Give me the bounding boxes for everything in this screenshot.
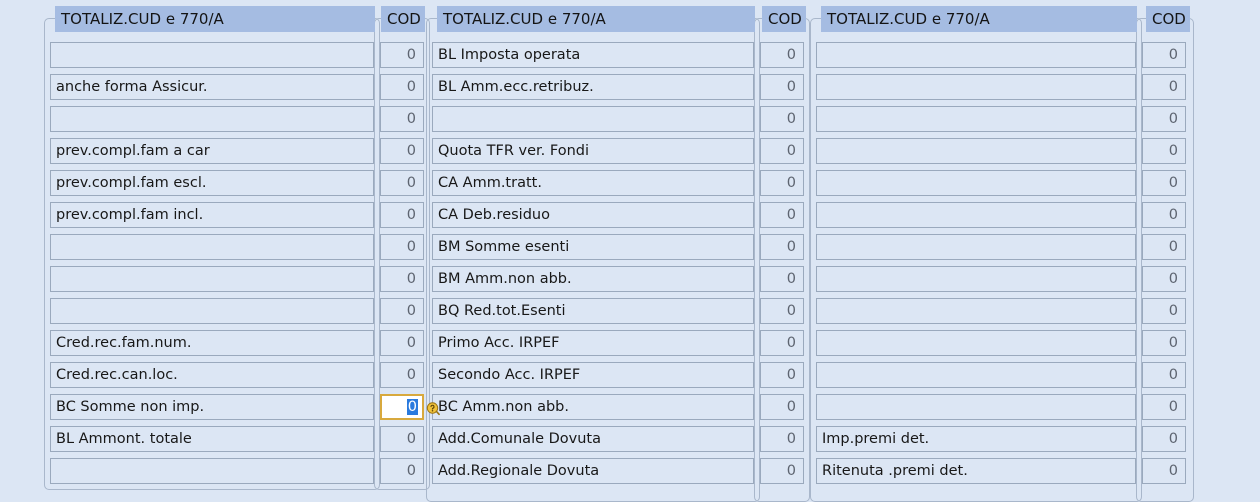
label-field-2-7[interactable]: BM Somme esenti bbox=[432, 234, 754, 260]
code-field-3-8[interactable]: 0 bbox=[1142, 266, 1186, 292]
label-field-1-11[interactable]: Cred.rec.can.loc. bbox=[50, 362, 374, 388]
label-field-3-7[interactable] bbox=[816, 234, 1136, 260]
label-field-3-11[interactable] bbox=[816, 362, 1136, 388]
label-field-3-8[interactable] bbox=[816, 266, 1136, 292]
code-field-3-5[interactable]: 0 bbox=[1142, 170, 1186, 196]
label-field-2-2[interactable]: BL Amm.ecc.retribuz. bbox=[432, 74, 754, 100]
label-field-3-12[interactable] bbox=[816, 394, 1136, 420]
label-field-3-10[interactable] bbox=[816, 330, 1136, 356]
code-field-3-12[interactable]: 0 bbox=[1142, 394, 1186, 420]
code-field-1-4[interactable]: 0 bbox=[380, 138, 424, 164]
code-field-3-4[interactable]: 0 bbox=[1142, 138, 1186, 164]
panel-code-column-1: 0 0 0 0 0 0 0 0 0 0 0 0 0 0 bbox=[380, 42, 424, 490]
label-field-1-12[interactable]: BC Somme non imp. bbox=[50, 394, 374, 420]
code-field-1-10[interactable]: 0 bbox=[380, 330, 424, 356]
label-field-2-1[interactable]: BL Imposta operata bbox=[432, 42, 754, 68]
label-field-1-3[interactable] bbox=[50, 106, 374, 132]
label-field-1-8[interactable] bbox=[50, 266, 374, 292]
label-field-3-1[interactable] bbox=[816, 42, 1136, 68]
code-field-2-5[interactable]: 0 bbox=[760, 170, 804, 196]
label-field-1-10[interactable]: Cred.rec.fam.num. bbox=[50, 330, 374, 356]
code-field-1-14[interactable]: 0 bbox=[380, 458, 424, 484]
panel-label-column-1: anche forma Assicur. prev.compl.fam a car… bbox=[50, 42, 374, 490]
code-field-1-11[interactable]: 0 bbox=[380, 362, 424, 388]
code-field-1-9[interactable]: 0 bbox=[380, 298, 424, 324]
code-field-2-9[interactable]: 0 bbox=[760, 298, 804, 324]
code-field-2-6[interactable]: 0 bbox=[760, 202, 804, 228]
code-field-1-13[interactable]: 0 bbox=[380, 426, 424, 452]
code-field-3-2[interactable]: 0 bbox=[1142, 74, 1186, 100]
label-field-1-1[interactable] bbox=[50, 42, 374, 68]
label-field-3-6[interactable] bbox=[816, 202, 1136, 228]
code-field-selected-text: 0 bbox=[406, 399, 418, 415]
label-field-1-9[interactable] bbox=[50, 298, 374, 324]
code-field-2-2[interactable]: 0 bbox=[760, 74, 804, 100]
code-field-3-3[interactable]: 0 bbox=[1142, 106, 1186, 132]
label-field-1-14[interactable] bbox=[50, 458, 374, 484]
code-field-3-13[interactable]: 0 bbox=[1142, 426, 1186, 452]
label-field-2-6[interactable]: CA Deb.residuo bbox=[432, 202, 754, 228]
label-field-3-4[interactable] bbox=[816, 138, 1136, 164]
code-field-2-11[interactable]: 0 bbox=[760, 362, 804, 388]
label-field-1-4[interactable]: prev.compl.fam a car bbox=[50, 138, 374, 164]
code-field-3-7[interactable]: 0 bbox=[1142, 234, 1186, 260]
panel-title-3: TOTALIZ.CUD e 770/A bbox=[821, 6, 1137, 32]
label-field-2-5[interactable]: CA Amm.tratt. bbox=[432, 170, 754, 196]
label-field-1-6[interactable]: prev.compl.fam incl. bbox=[50, 202, 374, 228]
panel-label-column-2: BL Imposta operata BL Amm.ecc.retribuz. Qu… bbox=[432, 42, 754, 490]
code-field-3-10[interactable]: 0 bbox=[1142, 330, 1186, 356]
code-field-3-1[interactable]: 0 bbox=[1142, 42, 1186, 68]
panel-label-column-3: Imp.premi det. Ritenuta .premi det. bbox=[816, 42, 1136, 490]
label-field-3-3[interactable] bbox=[816, 106, 1136, 132]
label-field-1-5[interactable]: prev.compl.fam escl. bbox=[50, 170, 374, 196]
code-field-1-7[interactable]: 0 bbox=[380, 234, 424, 260]
label-field-2-11[interactable]: Secondo Acc. IRPEF bbox=[432, 362, 754, 388]
label-field-1-2[interactable]: anche forma Assicur. bbox=[50, 74, 374, 100]
label-field-3-9[interactable] bbox=[816, 298, 1136, 324]
code-field-2-13[interactable]: 0 bbox=[760, 426, 804, 452]
code-field-2-10[interactable]: 0 bbox=[760, 330, 804, 356]
panel-code-title-1: COD bbox=[381, 6, 425, 32]
totaliz-cud-770a-screen: TOTALIZ.CUD e 770/A COD anche forma Assicu… bbox=[0, 0, 1260, 502]
label-field-2-10[interactable]: Primo Acc. IRPEF bbox=[432, 330, 754, 356]
code-field-1-6[interactable]: 0 bbox=[380, 202, 424, 228]
code-field-1-12[interactable]: 0 bbox=[380, 394, 424, 420]
code-field-2-14[interactable]: 0 bbox=[760, 458, 804, 484]
panel-code-title-2: COD bbox=[762, 6, 806, 32]
label-field-2-14[interactable]: Add.Regionale Dovuta bbox=[432, 458, 754, 484]
panel-code-column-3: 0 0 0 0 0 0 0 0 0 0 0 0 0 0 bbox=[1142, 42, 1186, 490]
label-field-1-7[interactable] bbox=[50, 234, 374, 260]
code-field-2-4[interactable]: 0 bbox=[760, 138, 804, 164]
label-field-3-2[interactable] bbox=[816, 74, 1136, 100]
label-field-3-13[interactable]: Imp.premi det. bbox=[816, 426, 1136, 452]
label-field-3-5[interactable] bbox=[816, 170, 1136, 196]
code-field-3-11[interactable]: 0 bbox=[1142, 362, 1186, 388]
code-field-1-1[interactable]: 0 bbox=[380, 42, 424, 68]
label-field-2-3[interactable] bbox=[432, 106, 754, 132]
label-field-3-14[interactable]: Ritenuta .premi det. bbox=[816, 458, 1136, 484]
label-field-2-8[interactable]: BM Amm.non abb. bbox=[432, 266, 754, 292]
code-field-1-5[interactable]: 0 bbox=[380, 170, 424, 196]
code-field-1-8[interactable]: 0 bbox=[380, 266, 424, 292]
code-field-3-14[interactable]: 0 bbox=[1142, 458, 1186, 484]
label-field-1-13[interactable]: BL Ammont. totale bbox=[50, 426, 374, 452]
panel-title-2: TOTALIZ.CUD e 770/A bbox=[437, 6, 755, 32]
label-field-2-12[interactable]: BC Amm.non abb. bbox=[432, 394, 754, 420]
label-field-2-4[interactable]: Quota TFR ver. Fondi bbox=[432, 138, 754, 164]
code-field-2-3[interactable]: 0 bbox=[760, 106, 804, 132]
code-field-3-6[interactable]: 0 bbox=[1142, 202, 1186, 228]
label-field-2-13[interactable]: Add.Comunale Dovuta bbox=[432, 426, 754, 452]
panel-code-title-3: COD bbox=[1146, 6, 1190, 32]
code-field-2-7[interactable]: 0 bbox=[760, 234, 804, 260]
label-field-2-9[interactable]: BQ Red.tot.Esenti bbox=[432, 298, 754, 324]
code-field-2-8[interactable]: 0 bbox=[760, 266, 804, 292]
panel-title-1: TOTALIZ.CUD e 770/A bbox=[55, 6, 375, 32]
panel-code-column-2: 0 0 0 0 0 0 0 0 0 0 0 0 0 0 bbox=[760, 42, 804, 490]
code-field-3-9[interactable]: 0 bbox=[1142, 298, 1186, 324]
code-field-2-1[interactable]: 0 bbox=[760, 42, 804, 68]
code-field-2-12[interactable]: 0 bbox=[760, 394, 804, 420]
code-field-1-3[interactable]: 0 bbox=[380, 106, 424, 132]
help-bubble-icon[interactable] bbox=[426, 401, 440, 416]
code-field-1-2[interactable]: 0 bbox=[380, 74, 424, 100]
